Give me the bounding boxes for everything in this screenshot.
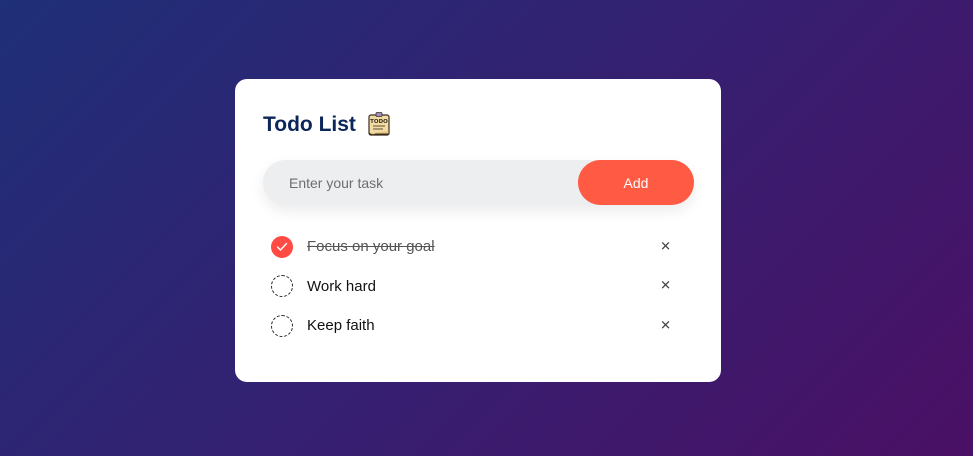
todo-card: Todo List TODO Add Focus on your goal ✕ xyxy=(235,79,721,382)
task-list: Focus on your goal ✕ Work hard ✕ Keep fa… xyxy=(271,227,681,346)
page-title: Todo List xyxy=(263,113,356,136)
checkbox-unchecked[interactable] xyxy=(271,275,293,298)
task-label: Focus on your goal xyxy=(307,238,435,256)
checkbox-unchecked[interactable] xyxy=(271,314,293,337)
delete-icon[interactable]: ✕ xyxy=(660,239,671,254)
header: Todo List TODO xyxy=(263,112,392,138)
delete-icon[interactable]: ✕ xyxy=(660,318,671,333)
svg-text:TODO: TODO xyxy=(370,119,388,125)
task-input[interactable] xyxy=(263,160,578,205)
checkmark-icon xyxy=(276,242,288,251)
todo-note-icon: TODO xyxy=(366,112,392,138)
add-button[interactable]: Add xyxy=(578,160,694,205)
task-label: Keep faith xyxy=(307,317,375,335)
list-item: Work hard ✕ xyxy=(271,267,681,307)
list-item: Focus on your goal ✕ xyxy=(271,227,681,267)
checkbox-checked[interactable] xyxy=(271,235,293,258)
task-input-row: Add xyxy=(263,160,694,205)
list-item: Keep faith ✕ xyxy=(271,306,681,346)
task-label: Work hard xyxy=(307,277,376,295)
delete-icon[interactable]: ✕ xyxy=(660,279,671,294)
